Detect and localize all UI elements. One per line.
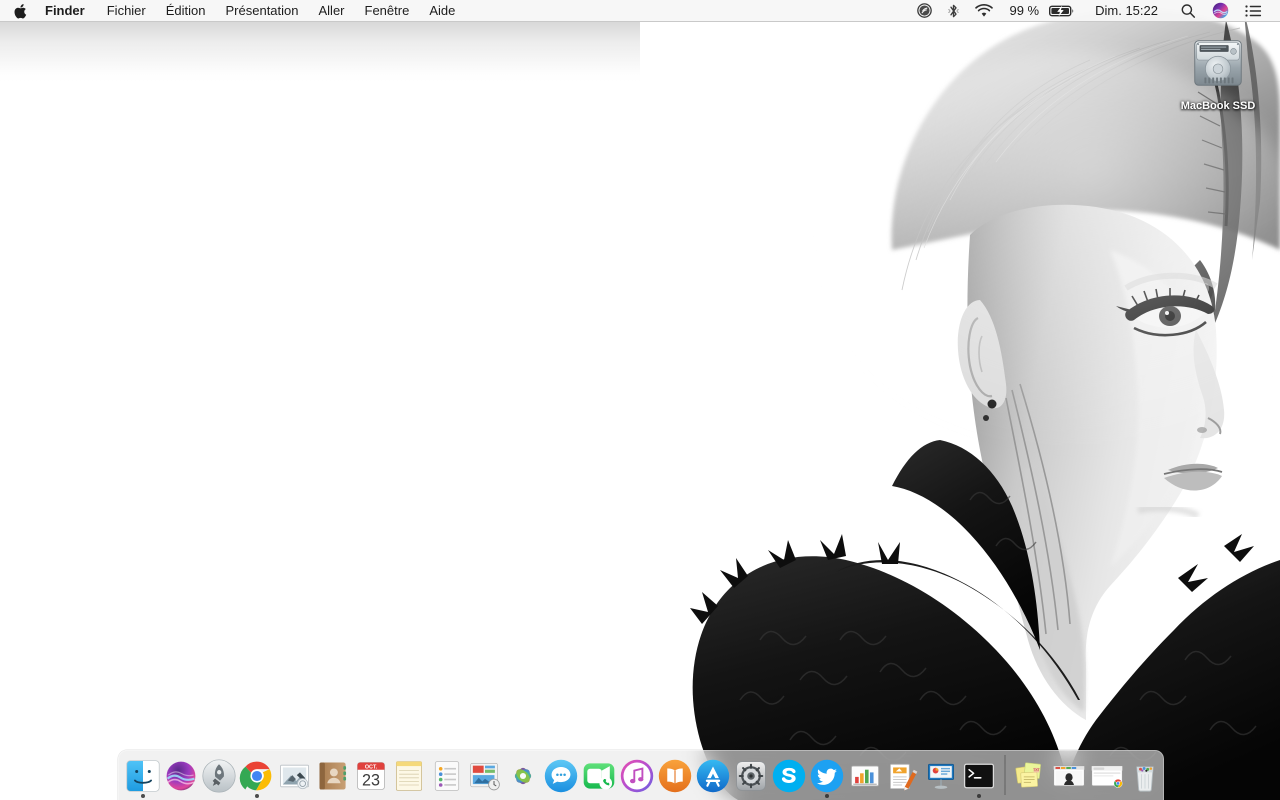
dock-item-launchpad[interactable] — [200, 750, 238, 800]
pages-icon — [885, 758, 921, 794]
dock-item-notes[interactable] — [390, 750, 428, 800]
dock-item-calendar[interactable]: OCT. 23 — [352, 750, 390, 800]
photos-icon — [505, 758, 541, 794]
calendar-month-text: OCT. — [365, 764, 378, 770]
desktop-icon-macbook-ssd[interactable]: MacBook SSD — [1168, 27, 1268, 113]
dock-minimized-chrome-window[interactable] — [1088, 750, 1126, 800]
menu-fenetre[interactable]: Fenêtre — [355, 0, 420, 22]
wifi-icon[interactable] — [967, 0, 1001, 22]
minimized-window-icon — [1051, 758, 1087, 794]
dock-item-facetime[interactable] — [580, 750, 618, 800]
svg-text:TXT: TXT — [1033, 768, 1041, 772]
facetime-icon — [581, 758, 617, 794]
apple-menu-icon[interactable] — [0, 0, 39, 22]
twitter-icon — [809, 758, 845, 794]
bluetooth-icon[interactable] — [940, 0, 967, 22]
itunes-icon — [619, 758, 655, 794]
dock: OCT. 23 TXT — [118, 750, 1164, 800]
running-indicator — [825, 794, 829, 798]
gear-icon — [733, 758, 769, 794]
finder-icon — [125, 758, 161, 794]
numbers-icon — [847, 758, 883, 794]
menu-presentation[interactable]: Présentation — [216, 0, 309, 22]
dock-item-keynote[interactable] — [922, 750, 960, 800]
appstore-icon — [695, 758, 731, 794]
mail-icon — [277, 758, 313, 794]
dock-item-twitter[interactable] — [808, 750, 846, 800]
dock-item-finder[interactable] — [124, 750, 162, 800]
dock-item-pages[interactable] — [884, 750, 922, 800]
dock-item-itunes[interactable] — [618, 750, 656, 800]
desktop-icon-label: MacBook SSD — [1180, 100, 1256, 112]
news-icon — [467, 758, 503, 794]
desktop-wallpaper[interactable] — [0, 0, 1280, 800]
dock-item-siri[interactable] — [162, 750, 200, 800]
launchpad-icon — [201, 758, 237, 794]
menu-aller[interactable]: Aller — [309, 0, 355, 22]
desktop-screen: Finder Fichier Édition Présentation Alle… — [0, 0, 1280, 800]
dock-item-mail[interactable] — [276, 750, 314, 800]
dock-minimized-stickies[interactable]: TXT — [1012, 750, 1050, 800]
shazam-icon[interactable] — [909, 0, 940, 22]
menu-edition[interactable]: Édition — [156, 0, 216, 22]
battery-percent-text: 99 % — [1009, 3, 1040, 18]
trash-icon — [1127, 758, 1163, 794]
dock-item-numbers[interactable] — [846, 750, 884, 800]
contacts-icon — [315, 758, 351, 794]
dock-item-news[interactable] — [466, 750, 504, 800]
dock-item-chrome[interactable] — [238, 750, 276, 800]
dock-item-messages[interactable] — [542, 750, 580, 800]
menu-bar-left: Finder Fichier Édition Présentation Alle… — [0, 0, 465, 21]
dock-minimized-finder-window[interactable] — [1050, 750, 1088, 800]
dock-separator — [1004, 755, 1006, 795]
menu-bar: Finder Fichier Édition Présentation Alle… — [0, 0, 1280, 22]
terminal-icon — [961, 758, 997, 794]
running-indicator — [977, 794, 981, 798]
dock-item-appstore[interactable] — [694, 750, 732, 800]
hard-drive-icon — [1168, 27, 1268, 99]
minimized-chrome-window-icon — [1089, 758, 1125, 794]
dock-item-contacts[interactable] — [314, 750, 352, 800]
dock-item-terminal[interactable] — [960, 750, 998, 800]
menu-fichier[interactable]: Fichier — [97, 0, 156, 22]
wallpaper-portrait-image — [640, 0, 1280, 800]
dock-item-ibooks[interactable] — [656, 750, 694, 800]
skype-icon — [771, 758, 807, 794]
notes-icon — [391, 758, 427, 794]
reminders-icon — [429, 758, 465, 794]
keynote-icon — [923, 758, 959, 794]
dock-item-photos[interactable] — [504, 750, 542, 800]
dock-item-system-preferences[interactable] — [732, 750, 770, 800]
notification-center-icon[interactable] — [1237, 0, 1270, 22]
running-indicator — [255, 794, 259, 798]
messages-icon — [543, 758, 579, 794]
dock-item-trash[interactable] — [1126, 750, 1164, 800]
dock-item-reminders[interactable] — [428, 750, 466, 800]
dock-item-skype[interactable] — [770, 750, 808, 800]
calendar-day-text: 23 — [362, 771, 380, 789]
calendar-icon: OCT. 23 — [353, 758, 389, 794]
menu-bar-status-area: 99 % Dim. 15:22 — [909, 0, 1280, 21]
search-icon[interactable] — [1172, 0, 1204, 22]
menu-aide[interactable]: Aide — [419, 0, 465, 22]
siri-icon — [163, 758, 199, 794]
siri-icon[interactable] — [1204, 0, 1237, 22]
battery-percent-label: 99 % — [1001, 0, 1047, 22]
battery-charging-icon[interactable] — [1047, 0, 1083, 22]
clock-text: Dim. 15:22 — [1095, 3, 1158, 18]
chrome-icon — [239, 758, 275, 794]
running-indicator — [141, 794, 145, 798]
menu-bar-clock[interactable]: Dim. 15:22 — [1083, 0, 1172, 22]
menu-app-name[interactable]: Finder — [39, 0, 97, 22]
stickies-icon: TXT — [1013, 758, 1049, 794]
ibooks-icon — [657, 758, 693, 794]
